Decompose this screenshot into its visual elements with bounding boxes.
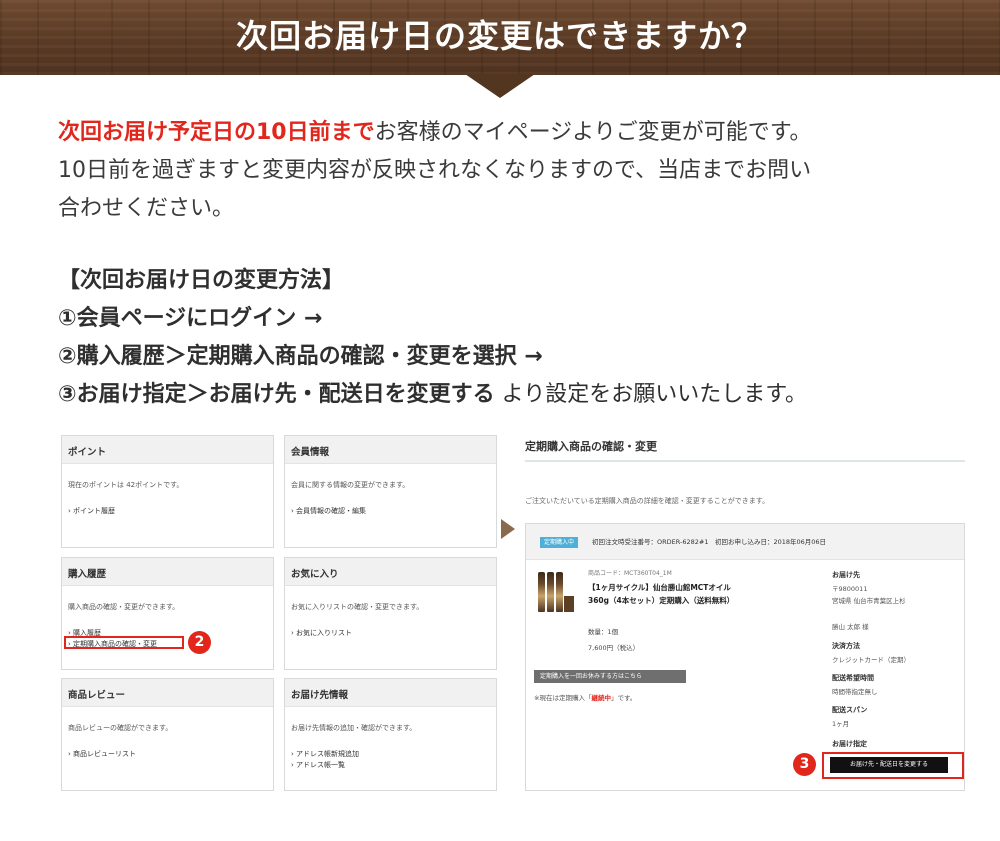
bottle-icon [547, 572, 554, 612]
link-address-add[interactable]: › アドレス帳新規追加 [291, 749, 359, 759]
link-point-history[interactable]: › ポイント履歴 [68, 506, 115, 516]
panel-title: 商品レビュー [62, 679, 273, 707]
bottle-icon [556, 572, 563, 612]
address-value: 宮城県 仙台市青葉区上杉 [832, 597, 906, 605]
panel-review: 商品レビュー 商品レビューの確認ができます。 › 商品レビューリスト [61, 678, 274, 791]
subscription-card: 定期購入中 初回注文時受注番号：ORDER-6282#1 初回お申し込み日：20… [525, 523, 965, 791]
link-review-list[interactable]: › 商品レビューリスト [68, 749, 136, 759]
link-member-edit[interactable]: › 会員情報の確認・編集 [291, 506, 366, 516]
panel-title: お届け先情報 [285, 679, 496, 707]
steps-section: 【次回お届け日の変更方法】 ①会員ページにログイン → ②購入履歴＞定期購入商品… [58, 262, 988, 414]
panel-member: 会員情報 会員に関する情報の変更ができます。 › 会員情報の確認・編集 [284, 435, 497, 548]
banner-arrow-icon [465, 74, 535, 98]
note-prefix: ※現在は定期購入「 [534, 694, 592, 702]
highlight-box-change [822, 752, 964, 779]
panel-history: 購入履歴 購入商品の確認・変更ができます。 › 購入履歴 › 定期購入商品の確認… [61, 557, 274, 670]
step-2: ②購入履歴＞定期購入商品の確認・変更を選択 → [58, 344, 543, 369]
panel-address: お届け先情報 お届け先情報の追加・確認ができます。 › アドレス帳新規追加 › … [284, 678, 497, 791]
step-1: ①会員ページにログイン → [58, 306, 323, 331]
product-code: 商品コード：MCT360T04_1M [588, 570, 672, 577]
intro-paragraph: 次回お届け予定日の10日前までお客様のマイページよりご変更が可能です。 10日前… [58, 114, 978, 228]
arrow-right-icon [501, 519, 515, 539]
intro-line2: 10日前を過ぎますと変更内容が反映されなくなりますので、当店までお問い [58, 158, 812, 183]
payment-value: クレジットカード（定期） [832, 656, 910, 664]
panel-desc: 会員に関する情報の変更ができます。 [291, 481, 410, 489]
card-header: 定期購入中 初回注文時受注番号：ORDER-6282#1 初回お申し込み日：20… [526, 524, 964, 560]
link-address-list[interactable]: › アドレス帳一覧 [291, 760, 345, 770]
panel-title: 購入履歴 [62, 558, 273, 586]
step-3: ③お届け指定＞お届け先・配送日を変更する [58, 382, 495, 407]
subscription-title: 定期購入商品の確認・変更 [525, 440, 657, 453]
box-icon [564, 596, 574, 612]
title-divider [525, 460, 965, 462]
step-marker-2: 2 [188, 631, 211, 654]
panel-desc: お気に入りリストの確認・変更できます。 [291, 603, 424, 611]
status-badge: 定期購入中 [540, 537, 579, 548]
panel-title: ポイント [62, 436, 273, 464]
step-marker-3: 3 [793, 753, 816, 776]
intro-highlight: 次回お届け予定日の10日前まで [58, 120, 375, 145]
delivery-time-value: 時間帯指定無し [832, 688, 878, 696]
panel-title: お気に入り [285, 558, 496, 586]
pause-subscription-button[interactable]: 定期購入を一回お休みする方はこちら [534, 670, 686, 683]
panel-favorites: お気に入り お気に入りリストの確認・変更できます。 › お気に入りリスト [284, 557, 497, 670]
panel-desc: 現在のポイントは 42ポイントです。 [68, 481, 184, 489]
destination-label: お届け先 [832, 571, 860, 579]
subscription-desc: ご注文いただいている定期購入商品の詳細を確認・変更することができます。 [525, 497, 770, 505]
order-info: 初回注文時受注番号：ORDER-6282#1 初回お申し込み日：2018年06月… [592, 538, 827, 546]
steps-heading: 【次回お届け日の変更方法】 [58, 268, 345, 293]
intro-line3: 合わせください。 [58, 196, 235, 221]
recipient-name: 勝山 太郎 様 [832, 623, 869, 631]
note-suffix: 」です。 [610, 694, 637, 702]
delivery-time-label: 配送希望時間 [832, 674, 874, 682]
delivery-span-value: 1ヶ月 [832, 720, 850, 728]
panel-desc: 商品レビューの確認ができます。 [68, 724, 173, 732]
page-title: 次回お届け日の変更はできますか？ [235, 17, 764, 55]
panel-desc: 購入商品の確認・変更ができます。 [68, 603, 180, 611]
product-name[interactable]: 【1ヶ月サイクル】仙台勝山館MCTオイル 360g（4本セット）定期購入（送料無… [588, 581, 738, 607]
panel-points: ポイント 現在のポイントは 42ポイントです。 › ポイント履歴 [61, 435, 274, 548]
bottle-icon [538, 572, 545, 612]
step-3-rest: より設定をお願いいたします。 [494, 382, 807, 407]
panel-desc: お届け先情報の追加・確認ができます。 [291, 724, 417, 732]
intro-line1: お客様のマイページよりご変更が可能です。 [374, 120, 812, 145]
delivery-designation-label: お届け指定 [832, 740, 867, 748]
note-status: 継続中 [591, 694, 611, 702]
payment-label: 決済方法 [832, 642, 860, 650]
postal-code: 〒9800011 [832, 585, 868, 593]
price: 7,600円（税込） [588, 644, 640, 652]
status-note: ※現在は定期購入「継続中」です。 [534, 692, 636, 702]
link-favorites-list[interactable]: › お気に入りリスト [291, 628, 352, 638]
quantity: 数量：1個 [588, 628, 619, 636]
delivery-span-label: 配送スパン [832, 706, 868, 714]
panel-title: 会員情報 [285, 436, 496, 464]
highlight-box-subscription [64, 636, 184, 649]
